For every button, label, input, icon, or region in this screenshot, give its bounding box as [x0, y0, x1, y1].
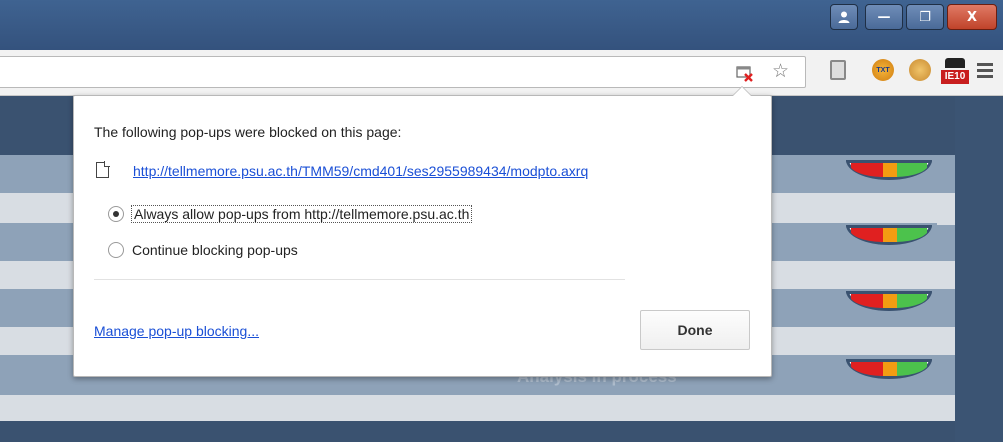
extension-cookie-icon[interactable] [909, 59, 931, 81]
radio-continue-blocking-label: Continue blocking pop-ups [132, 242, 298, 258]
blocked-popup-link[interactable]: http://tellmemore.psu.ac.th/TMM59/cmd401… [133, 163, 588, 179]
side-panel [955, 97, 1003, 442]
document-icon [96, 161, 110, 178]
done-button[interactable]: Done [640, 310, 750, 350]
extension-txt-label: TXT [876, 66, 890, 74]
hamburger-menu-icon[interactable] [977, 63, 993, 81]
divider [94, 279, 625, 280]
extension-ie10-icon[interactable]: IE10 [941, 58, 969, 84]
close-button[interactable]: X [947, 4, 997, 30]
popup-blocked-bubble: The following pop-ups were blocked on th… [73, 86, 772, 377]
minimize-button[interactable]: — [865, 4, 903, 30]
user-icon [838, 11, 850, 23]
restore-icon: ❐ [919, 9, 931, 25]
scrollbar-thumb[interactable] [937, 197, 955, 225]
maximize-button[interactable]: ❐ [906, 4, 944, 30]
extension-ie10-label: IE10 [941, 70, 969, 84]
popup-blocked-icon[interactable] [736, 65, 754, 83]
radio-continue-blocking[interactable]: Continue blocking pop-ups [108, 242, 298, 258]
close-icon: X [966, 9, 978, 25]
extension-txt-icon[interactable]: TXT [872, 59, 894, 81]
radio-button-unchecked[interactable] [108, 242, 124, 258]
radio-always-allow[interactable]: Always allow pop-ups from http://tellmem… [108, 205, 473, 223]
bookmark-star-icon[interactable]: ☆ [772, 62, 790, 81]
radio-button-checked[interactable] [108, 206, 124, 222]
radio-always-allow-label: Always allow pop-ups from http://tellmem… [130, 205, 473, 223]
address-bar[interactable]: ☆ [0, 56, 806, 88]
window-titlebar: — ❐ X [0, 0, 1003, 50]
bubble-arrow [732, 86, 752, 96]
bubble-heading: The following pop-ups were blocked on th… [94, 124, 402, 140]
manage-popup-blocking-link[interactable]: Manage pop-up blocking... [94, 323, 259, 339]
window-controls: — ❐ X [830, 4, 997, 30]
minimize-icon: — [877, 9, 891, 25]
user-profile-button[interactable] [830, 4, 858, 30]
extension-film-icon[interactable] [830, 60, 846, 80]
browser-toolbar: ☆ TXT IE10 [0, 50, 1003, 96]
